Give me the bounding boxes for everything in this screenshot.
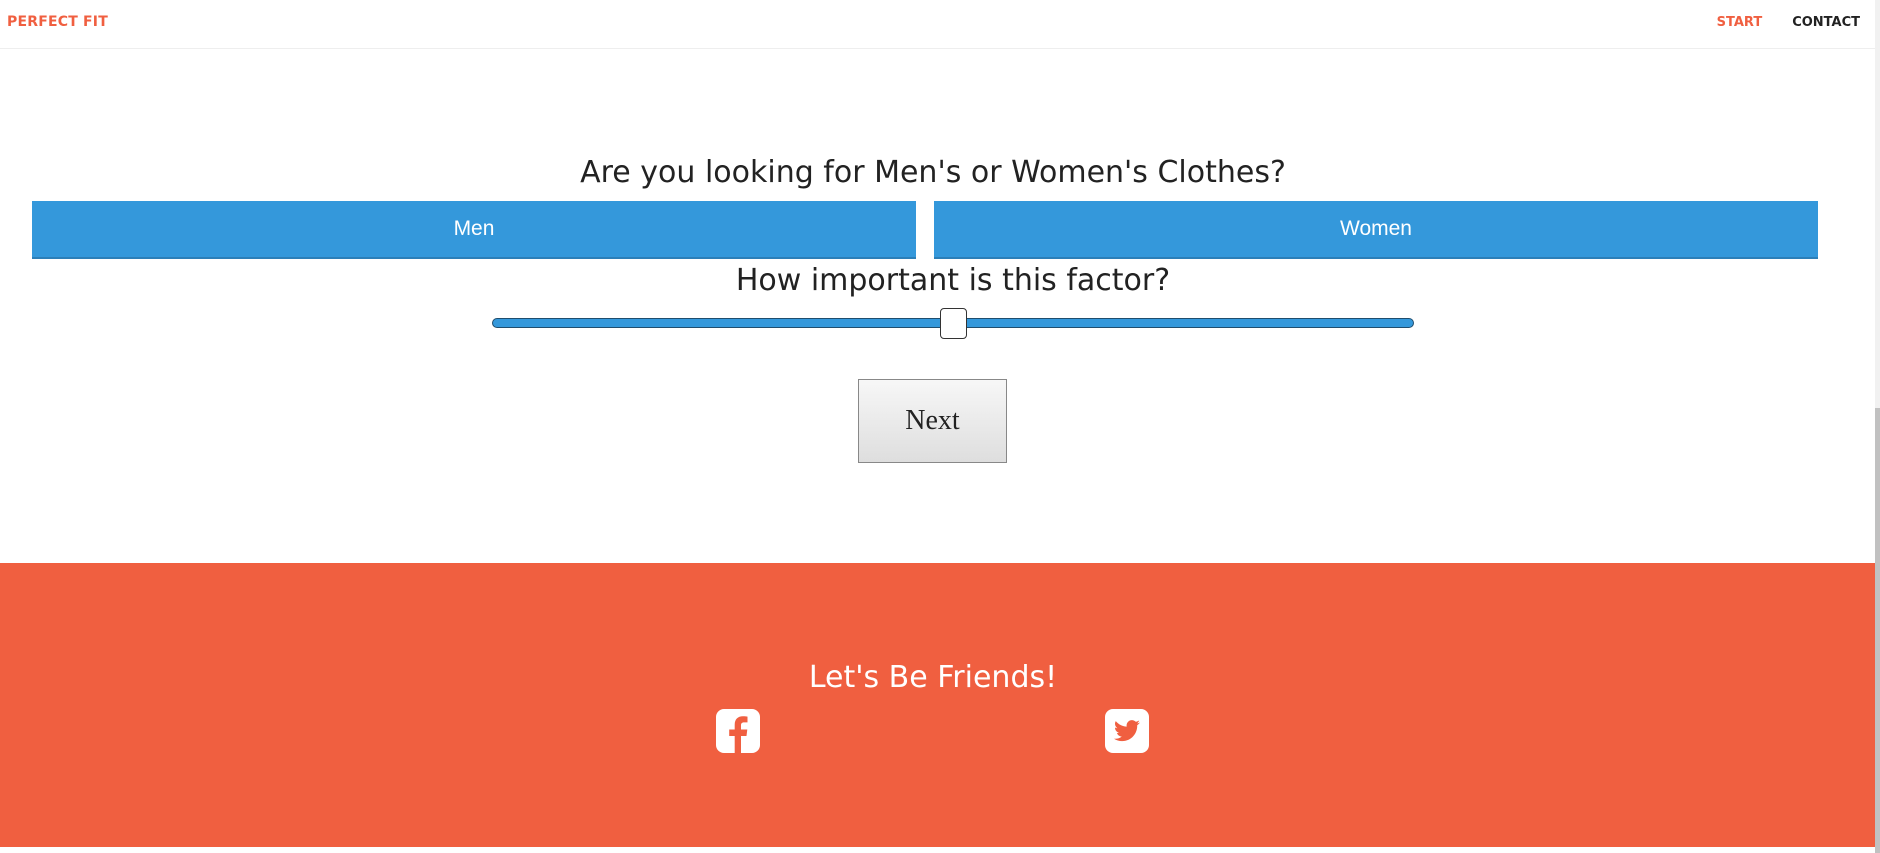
nav-link-start[interactable]: START [1717, 15, 1763, 30]
footer: Let's Be Friends! [0, 563, 1875, 847]
facebook-icon[interactable] [716, 709, 760, 753]
question-heading: Are you looking for Men's or Women's Clo… [580, 155, 1286, 190]
footer-title: Let's Be Friends! [808, 660, 1058, 695]
importance-label: How important is this factor? [735, 263, 1171, 298]
importance-slider-thumb[interactable] [940, 308, 967, 339]
navbar: PERFECT FIT START CONTACT [0, 0, 1875, 49]
scrollbar-thumb[interactable] [1875, 408, 1880, 853]
men-button[interactable]: Men [32, 201, 916, 259]
page-scrollbar[interactable] [1875, 0, 1880, 853]
women-button[interactable]: Women [934, 201, 1818, 259]
brand-logo[interactable]: PERFECT FIT [7, 14, 108, 30]
next-button[interactable]: Next [858, 379, 1007, 463]
twitter-icon[interactable] [1105, 709, 1149, 753]
nav-link-contact[interactable]: CONTACT [1792, 15, 1860, 30]
nav-links: START CONTACT [1717, 15, 1860, 30]
